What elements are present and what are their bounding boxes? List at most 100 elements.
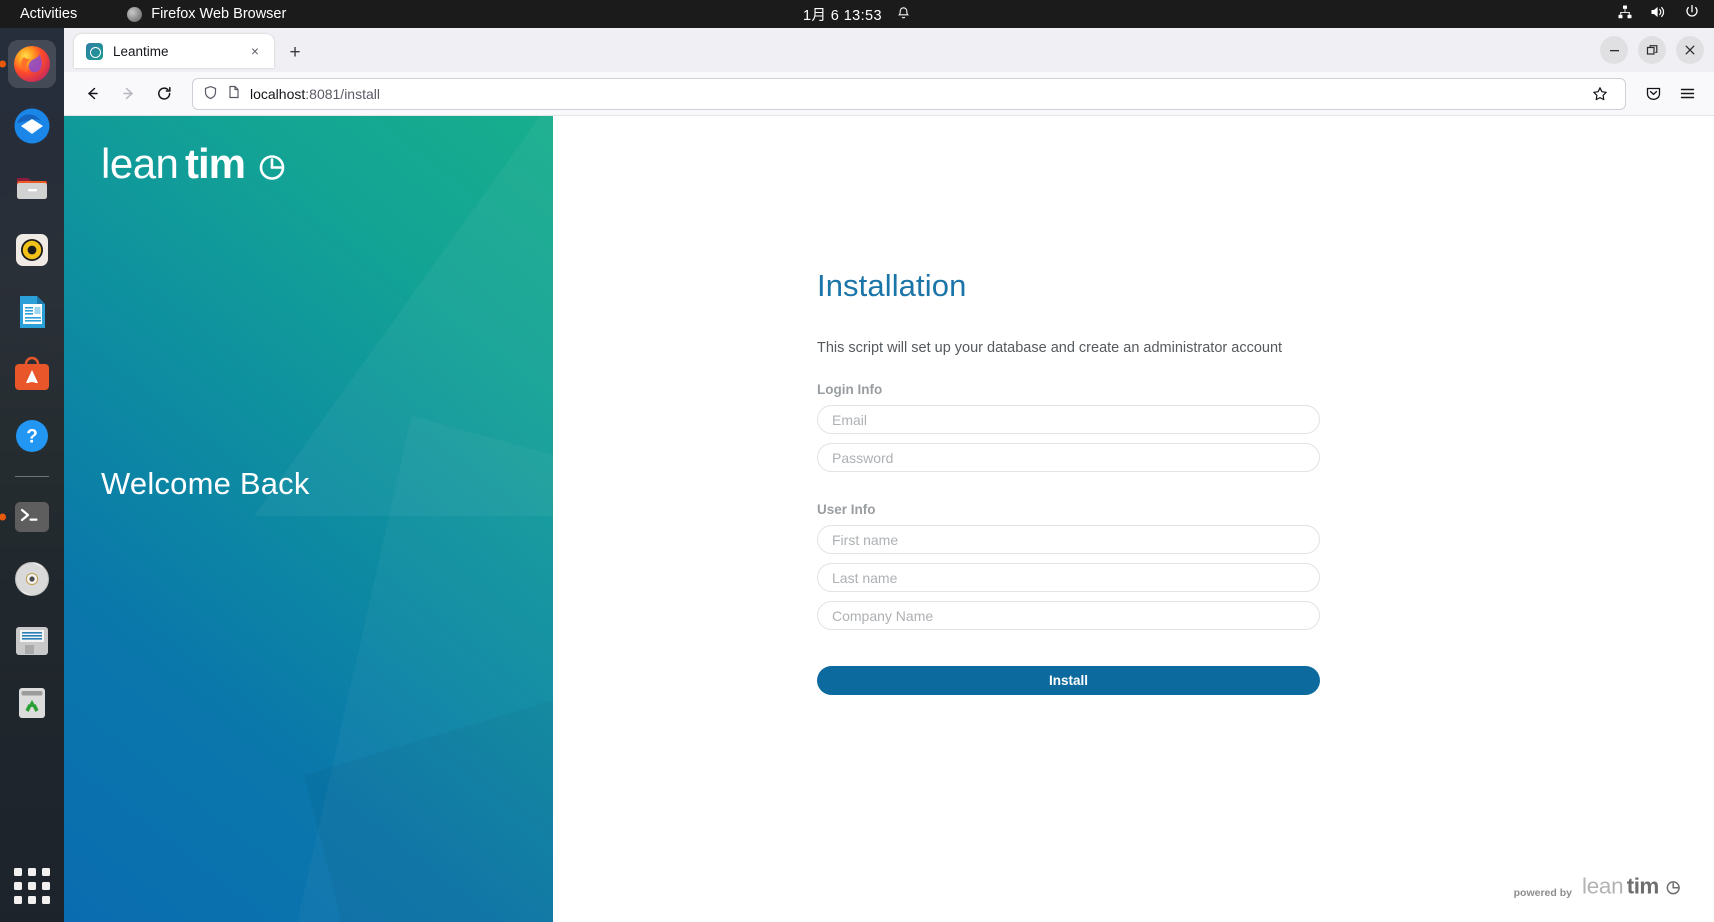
grid-dot [14, 882, 22, 890]
svg-text:lean: lean [1582, 873, 1623, 898]
new-tab-button[interactable]: + [284, 42, 306, 64]
dock-item-libreoffice-writer[interactable] [8, 288, 56, 336]
gnome-top-bar: Activities Firefox Web Browser 1月 6 13:5… [0, 0, 1714, 28]
group-label-login-info: Login Info [817, 382, 883, 397]
dock-item-disc[interactable] [8, 555, 56, 603]
page-title: Installation [817, 268, 967, 303]
running-indicator-dot [0, 513, 6, 521]
close-window-button[interactable] [1676, 36, 1704, 64]
url-bar[interactable]: localhost:8081/install [192, 77, 1626, 110]
running-indicator-dot [0, 60, 6, 68]
software-store-icon [15, 356, 49, 390]
ubuntu-dock: ? [0, 28, 64, 922]
screen: Activities Firefox Web Browser 1月 6 13:5… [0, 0, 1714, 922]
system-tray[interactable] [1617, 4, 1700, 24]
page-footer: powered by lean tim [1514, 870, 1694, 904]
shield-icon[interactable] [203, 85, 218, 103]
minimize-button[interactable] [1600, 36, 1628, 64]
show-applications-button[interactable] [10, 864, 54, 908]
terminal-icon [15, 502, 49, 532]
dock-item-help[interactable]: ? [8, 412, 56, 460]
leantime-logo-mark: lean tim [101, 140, 285, 187]
disc-icon [15, 562, 49, 596]
clock-label: 1月 6 13:53 [803, 7, 882, 24]
dock-item-rhythmbox[interactable] [8, 226, 56, 274]
back-arrow-icon [87, 87, 98, 100]
help-icon: ? [16, 420, 48, 452]
url-host: localhost [250, 85, 306, 102]
last-name-field[interactable] [817, 563, 1320, 592]
svg-text:?: ? [26, 427, 38, 448]
hamburger-menu-icon[interactable] [1672, 79, 1702, 109]
document-icon [20, 296, 45, 328]
thunderbird-icon [14, 108, 50, 144]
hero-panel: lean tim Welcome Back [64, 116, 553, 922]
firefox-icon [127, 6, 143, 22]
grid-dot [42, 896, 50, 904]
tab-strip: Leantime × + [64, 28, 1714, 72]
dock-item-files[interactable] [8, 164, 56, 212]
svg-text:tim: tim [1627, 873, 1659, 898]
dock-item-volume-drive[interactable] [8, 617, 56, 665]
grid-dot [42, 882, 50, 890]
svg-text:tim: tim [185, 140, 245, 187]
section-user-info: User Info [817, 502, 1320, 639]
url-path: :8081/install [305, 85, 380, 102]
pocket-icon[interactable] [1638, 79, 1668, 109]
firefox-window: Leantime × + localhost:8081/install lean… [64, 28, 1714, 922]
files-icon [17, 178, 47, 199]
dock-item-thunderbird[interactable] [8, 102, 56, 150]
hero-headline: Welcome Back [101, 466, 310, 501]
install-button[interactable]: Install [817, 666, 1320, 695]
forward-arrow-icon [122, 87, 133, 100]
url-text: localhost:8081/install [250, 86, 1576, 102]
volume-icon[interactable] [1650, 4, 1667, 24]
leantime-footer-logo: lean tim [1582, 873, 1680, 898]
rhythmbox-icon [16, 234, 48, 266]
star-icon[interactable] [1585, 79, 1615, 109]
close-tab-icon[interactable]: × [244, 40, 266, 62]
floppy-icon [16, 627, 48, 655]
trash-icon [19, 688, 45, 718]
password-field[interactable] [817, 443, 1320, 472]
powered-by-label: powered by [1513, 887, 1572, 899]
section-login-info: Login Info [817, 382, 1320, 481]
reload-button[interactable] [148, 78, 180, 110]
leantime-logo: lean tim [101, 138, 311, 194]
active-app-label: Firefox Web Browser [151, 6, 287, 22]
first-name-field[interactable] [817, 525, 1320, 554]
dock-item-ubuntu-software[interactable] [8, 350, 56, 398]
web-page-content: lean tim Welcome Back Installation This … [64, 116, 1714, 922]
grid-dot [42, 868, 50, 876]
dock-item-firefox[interactable] [0, 40, 56, 88]
firefox-icon [14, 46, 50, 82]
leantime-favicon [86, 42, 103, 60]
window-controls [1600, 36, 1704, 64]
group-label-user-info: User Info [817, 502, 876, 517]
maximize-restore-button[interactable] [1638, 36, 1666, 64]
back-button[interactable] [76, 78, 108, 110]
power-icon[interactable] [1684, 4, 1700, 24]
browser-tab-leantime[interactable]: Leantime × [74, 34, 274, 68]
reload-icon [157, 86, 171, 100]
clock-area[interactable]: 1月 6 13:53 [803, 4, 911, 25]
active-app-indicator[interactable]: Firefox Web Browser [127, 6, 286, 22]
dock-item-terminal[interactable] [0, 493, 56, 541]
dock-separator [15, 476, 49, 477]
network-icon[interactable] [1617, 4, 1633, 24]
grid-dot [28, 882, 36, 890]
tab-title: Leantime [113, 43, 169, 59]
grid-dot [28, 896, 36, 904]
install-description: This script will set up your database an… [817, 340, 1283, 356]
navigation-toolbar: localhost:8081/install [64, 72, 1714, 116]
forward-button[interactable] [112, 78, 144, 110]
grid-dot [14, 868, 22, 876]
form-column: Installation This script will set up you… [553, 116, 1714, 922]
activities-button[interactable]: Activities [12, 4, 85, 24]
company-name-field[interactable] [817, 601, 1320, 630]
email-field[interactable] [817, 405, 1320, 434]
page-icon[interactable] [227, 85, 241, 102]
dock-item-trash[interactable] [8, 679, 56, 727]
install-form: Installation This script will set up you… [817, 268, 1320, 695]
